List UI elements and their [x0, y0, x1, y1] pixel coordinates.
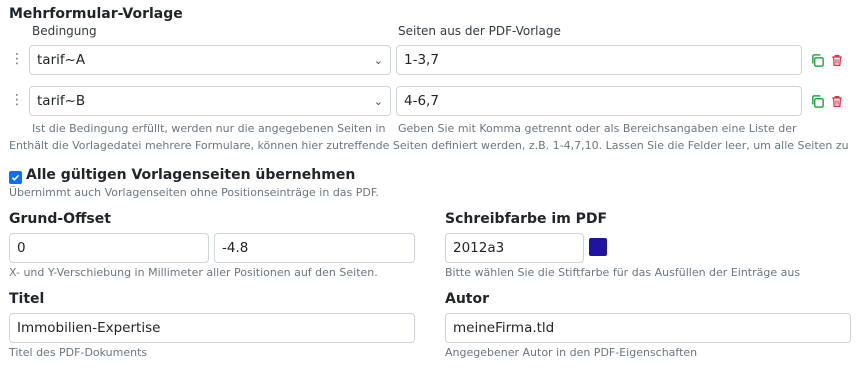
chevron-down-icon: ⌄ [373, 94, 383, 108]
offset-label: Grund-Offset [9, 211, 111, 227]
author-value: meineFirma.tld [453, 320, 555, 336]
all-pages-checkbox[interactable] [9, 171, 22, 184]
color-swatch[interactable] [589, 238, 607, 256]
condition-select-2[interactable]: tarif~B ⌄ [29, 86, 391, 116]
trash-icon[interactable] [829, 51, 845, 69]
offset-y-value: -4.8 [222, 240, 249, 256]
all-pages-label[interactable]: Alle gültigen Vorlagenseiten übernehmen [26, 167, 355, 183]
offset-x-input[interactable]: 0 [9, 233, 209, 263]
pen-color-value: 2012a3 [453, 240, 505, 256]
condition-help-text: Ist die Bedingung erfüllt, werden nur di… [32, 122, 386, 135]
multi-form-help-text: Enthält die Vorlagedatei mehrere Formula… [9, 139, 849, 152]
offset-x-value: 0 [17, 240, 26, 256]
author-input[interactable]: meineFirma.tld [445, 313, 851, 343]
condition-column-label: Bedingung [32, 24, 97, 38]
condition-select-1[interactable]: tarif~A ⌄ [29, 45, 391, 75]
offset-help-text: X- und Y-Verschiebung in Millimeter alle… [9, 266, 378, 279]
title-input[interactable]: Immobilien-Expertise [9, 313, 415, 343]
checkmark-icon [11, 174, 20, 181]
pages-input-1-value: 1-3,7 [404, 52, 439, 68]
title-help-text: Titel des PDF-Dokuments [9, 346, 148, 359]
multi-form-title: Mehrformular-Vorlage [9, 6, 183, 22]
pen-color-label: Schreibfarbe im PDF [445, 211, 608, 227]
trash-icon[interactable] [829, 92, 845, 110]
pages-input-2-value: 4-6,7 [404, 93, 439, 109]
pages-input-1[interactable]: 1-3,7 [396, 45, 802, 75]
copy-icon[interactable] [809, 92, 825, 110]
all-pages-help-text: Übernimmt auch Vorlagenseiten ohne Posit… [9, 186, 379, 199]
condition-select-1-value: tarif~A [37, 52, 86, 68]
condition-select-2-value: tarif~B [37, 93, 86, 109]
offset-y-input[interactable]: -4.8 [214, 233, 415, 263]
copy-icon[interactable] [809, 51, 825, 69]
pen-color-input[interactable]: 2012a3 [445, 233, 584, 263]
pages-input-2[interactable]: 4-6,7 [396, 86, 802, 116]
pen-color-help-text: Bitte wählen Sie die Stiftfarbe für das … [445, 266, 801, 279]
pages-help-text: Geben Sie mit Komma getrennt oder als Be… [398, 122, 797, 135]
title-label: Titel [9, 291, 45, 307]
author-label: Autor [445, 291, 490, 307]
author-help-text: Angegebener Autor in den PDF-Eigenschaft… [445, 346, 698, 359]
chevron-down-icon: ⌄ [373, 53, 383, 67]
pages-column-label: Seiten aus der PDF-Vorlage [398, 24, 561, 38]
title-value: Immobilien-Expertise [17, 320, 161, 336]
